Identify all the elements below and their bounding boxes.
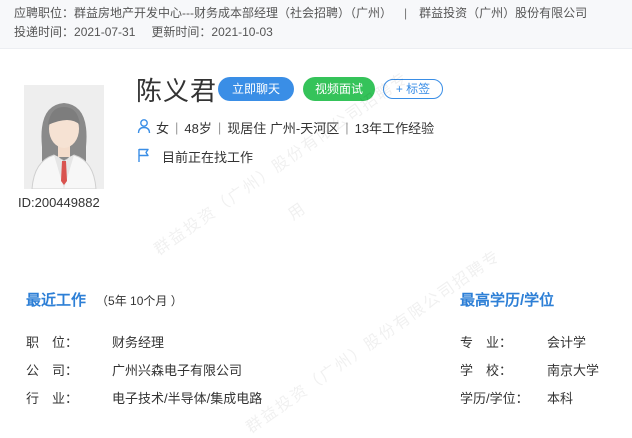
person-icon: [136, 118, 152, 137]
age: 48岁: [184, 121, 212, 136]
hiring-company: 群益投资（广州）股份有限公司: [419, 6, 588, 20]
work-experience: 13年工作经验: [354, 121, 435, 136]
recent-work-title: 最近工作 （5年 10个月 ）: [26, 292, 183, 309]
personal-info-row: 女 | 48岁 | 现居住 广州-天河区 | 13年工作经验: [136, 118, 434, 137]
work-duration: （5年 10个月 ）: [96, 294, 183, 308]
residence: 现居住 广州-天河区: [227, 121, 340, 136]
avatar-placeholder-icon: [24, 85, 104, 189]
avatar: [24, 85, 104, 189]
application-info-bar: 应聘职位：群益房地产开发中心---财务成本部经理（社会招聘）（广州） | 群益投资（…: [0, 0, 632, 49]
applied-position-label: 应聘职位：: [14, 6, 75, 20]
recent-position: 财务经理: [112, 335, 165, 350]
recent-industry-label: 行 业：: [26, 391, 79, 406]
gender: 女: [156, 121, 170, 136]
education-title: 最高学历/学位: [460, 292, 555, 309]
submit-date: 2021-07-31: [74, 25, 136, 39]
job-status: 目前正在找工作: [162, 150, 254, 165]
dates-line: 投递时间：2021-07-31 更新时间：2021-10-03: [14, 23, 273, 40]
update-date-label: 更新时间：: [151, 25, 212, 39]
degree-label: 学历/学位：: [460, 391, 529, 406]
update-date: 2021-10-03: [211, 25, 273, 39]
school: 南京大学: [547, 363, 600, 378]
watermark: 用: [285, 199, 310, 224]
candidate-id: ID:200449882: [18, 195, 100, 210]
major: 会计学: [547, 335, 587, 350]
recent-company-label: 公 司：: [26, 363, 79, 378]
video-interview-button[interactable]: 视频面试: [303, 77, 375, 101]
major-label: 专 业：: [460, 335, 513, 350]
school-label: 学 校：: [460, 363, 513, 378]
flag-icon: [136, 147, 152, 166]
degree: 本科: [547, 391, 574, 406]
job-status-row: 目前正在找工作: [136, 147, 253, 166]
recent-industry: 电子技术/半导体/集成电路: [112, 391, 263, 406]
chat-now-button[interactable]: 立即聊天: [218, 77, 294, 101]
applied-position: 群益房地产开发中心---财务成本部经理（社会招聘）（广州）: [74, 6, 393, 20]
add-tag-button[interactable]: + 标签: [383, 79, 443, 99]
candidate-name: 陈义君: [136, 76, 218, 106]
recent-company: 广州兴森电子有限公司: [112, 363, 243, 378]
applied-position-line: 应聘职位：群益房地产开发中心---财务成本部经理（社会招聘）（广州） | 群益投资（…: [14, 4, 587, 21]
header-separator: |: [404, 6, 408, 20]
submit-date-label: 投递时间：: [14, 25, 75, 39]
recent-position-label: 职 位：: [26, 335, 79, 350]
